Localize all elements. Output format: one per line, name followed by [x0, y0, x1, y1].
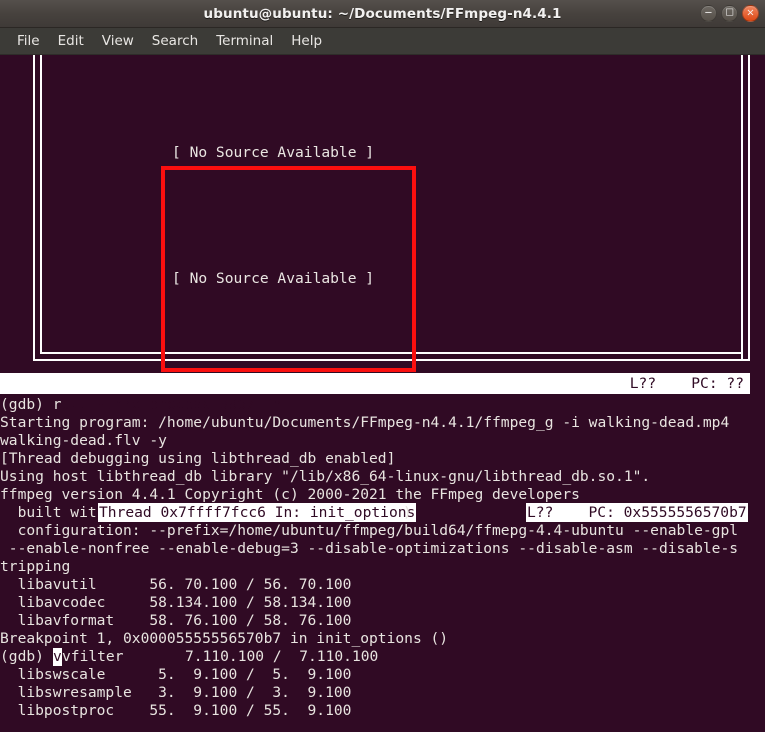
window-title: ubuntu@ubuntu: ~/Documents/FFmpeg-n4.4.1 [203, 5, 562, 22]
terminal-cursor: v [53, 648, 62, 666]
console-line-0: (gdb) r [0, 396, 62, 413]
console-line-9: tripping [0, 558, 71, 575]
tui-status-left: multi-thre process 3967 In: [52, 396, 290, 413]
console-line-8: --enable-nonfree --enable-debug=3 --disa… [0, 540, 739, 557]
terminal-window: ubuntu@ubuntu: ~/Documents/FFmpeg-n4.4.1… [0, 0, 765, 732]
tui-status-right: L?? PC: ?? [629, 375, 744, 392]
terminal-screen[interactable]: [ No Source Available ] [ No Source Avai… [0, 55, 765, 732]
console-line-2: walking-dead.flv -y [0, 432, 167, 449]
source-pane-line-top: [ No Source Available ] [172, 144, 375, 161]
console-line-12: libavformat 58. 76.100 / 58. 76.100 [0, 612, 352, 629]
overlay-thread-status: Thread 0x7ffff7fcc6 In: init_options [98, 503, 417, 522]
tui-box-border-right-inner [741, 55, 743, 360]
minimize-icon: − [704, 7, 713, 18]
console-line-1: Starting program: /home/ubuntu/Documents… [0, 414, 730, 431]
source-pane-line-bottom: [ No Source Available ] [172, 270, 375, 287]
close-icon: × [746, 7, 755, 18]
console-line-14-libavfilter: vfilter 7.110.100 / 7.110.100 [62, 648, 379, 665]
console-line-11: libavcodec 58.134.100 / 58.134.100 [0, 594, 352, 611]
menu-item-edit[interactable]: Edit [49, 31, 93, 51]
console-line-7: configuration: --prefix=/home/ubuntu/ffm… [0, 522, 739, 539]
menu-item-file[interactable]: File [8, 31, 49, 51]
tui-status-bar: multi-thre process 3967 In: L?? PC: ?? [0, 373, 750, 413]
window-titlebar[interactable]: ubuntu@ubuntu: ~/Documents/FFmpeg-n4.4.1… [0, 0, 765, 28]
console-line-16: libswresample 3. 9.100 / 3. 9.100 [0, 684, 352, 701]
menu-item-terminal[interactable]: Terminal [207, 31, 282, 51]
menu-item-search[interactable]: Search [143, 31, 207, 51]
overlay-thread-tail: ) [403, 504, 412, 521]
console-line-4: Using host libthread_db library "/lib/x8… [0, 468, 651, 485]
console-line-15: libswscale 5. 9.100 / 5. 9.100 [0, 666, 352, 683]
tui-box-border-left-inner [40, 55, 42, 353]
console-line-3: [Thread debugging using libthread_db ena… [0, 450, 396, 467]
overlay-position-status: L?? PC: 0x5555556570b7 [526, 503, 748, 522]
console-line-5: ffmpeg version 4.4.1 Copyright (c) 2000-… [0, 486, 580, 503]
tui-box-border-right-outer [748, 55, 750, 360]
console-line-13: Breakpoint 1, 0x00005555556570b7 in init… [0, 630, 449, 647]
annotation-rectangle [161, 166, 416, 372]
menu-item-help[interactable]: Help [282, 31, 331, 51]
console-line-6: built wit [0, 504, 97, 521]
menubar: File Edit View Search Terminal Help [0, 28, 765, 55]
minimize-button[interactable]: − [700, 5, 717, 22]
tui-box-border-bottom-outer [33, 359, 750, 361]
maximize-button[interactable]: □ [721, 5, 738, 22]
menu-item-view[interactable]: View [93, 31, 143, 51]
close-button[interactable]: × [742, 5, 759, 22]
tui-box-border-bottom-inner [40, 352, 743, 354]
maximize-icon: □ [725, 7, 734, 18]
console-line-14-prompt: (gdb) [0, 648, 53, 665]
window-controls: − □ × [700, 5, 759, 22]
console-line-10: libavutil 56. 70.100 / 56. 70.100 [0, 576, 352, 593]
tui-box-border-left-outer [33, 55, 35, 360]
console-line-17: libpostproc 55. 9.100 / 55. 9.100 [0, 702, 352, 719]
